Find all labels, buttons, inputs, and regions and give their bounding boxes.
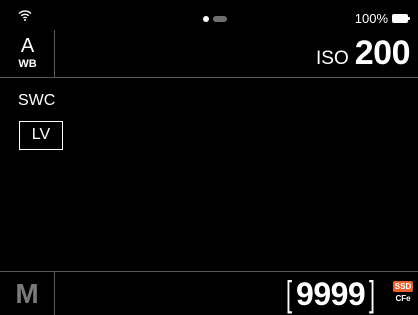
bottom-bar: M [ 9999 ] SSD CFe (0, 271, 418, 315)
white-balance-button[interactable]: A WB (0, 30, 55, 78)
shots-remaining-value: 9999 (296, 275, 366, 312)
page-dot-inactive (213, 16, 227, 22)
media-cfe-label: CFe (395, 294, 411, 303)
battery-percent: 100% (354, 11, 388, 26)
battery-icon (392, 14, 410, 23)
storage-media-indicator[interactable]: SSD CFe (393, 281, 413, 305)
wifi-icon (18, 10, 32, 21)
top-bar: A WB ISO 200 (0, 30, 418, 78)
media-ssd-badge: SSD (393, 281, 413, 292)
mode-label: SWC (18, 92, 56, 109)
page-dot-active (203, 16, 209, 22)
bracket-right-icon: ] (369, 273, 376, 314)
shots-remaining-counter: [ 9999 ] (284, 276, 377, 312)
iso-setting[interactable]: ISO 200 (316, 34, 410, 73)
bracket-left-icon: [ (286, 273, 293, 314)
iso-value: 200 (354, 34, 411, 72)
iso-label: ISO (316, 48, 349, 69)
status-bar: 100% (0, 0, 418, 30)
live-view-button[interactable]: LV (19, 121, 63, 150)
page-indicator[interactable] (203, 16, 227, 22)
wb-label: WB (18, 58, 37, 70)
exposure-mode-button[interactable]: M (0, 272, 55, 315)
wb-symbol: A (20, 35, 35, 57)
